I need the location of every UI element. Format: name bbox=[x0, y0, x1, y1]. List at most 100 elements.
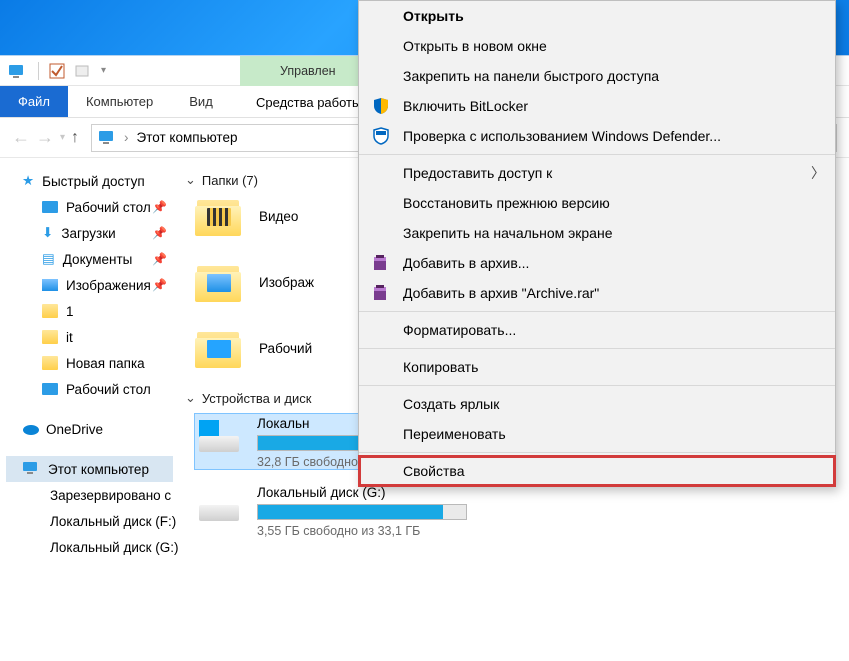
ctx-bitlocker[interactable]: Включить BitLocker bbox=[359, 91, 835, 121]
ctx-add-archive-named[interactable]: Добавить в архив "Archive.rar" bbox=[359, 278, 835, 308]
nav-item-label: Рабочий стол bbox=[66, 382, 151, 397]
nav-item-label: Зарезервировано с bbox=[50, 488, 171, 503]
folder-label: Видео bbox=[259, 209, 298, 224]
ctx-label: Открыть bbox=[403, 8, 821, 24]
ctx-label: Закрепить на панели быстрого доступа bbox=[403, 68, 821, 84]
qat-checkbox-icon[interactable] bbox=[49, 63, 65, 79]
qat-divider bbox=[38, 62, 39, 80]
drive-icon bbox=[195, 416, 243, 456]
ctx-label: Открыть в новом окне bbox=[403, 38, 821, 54]
ctx-create-shortcut[interactable]: Создать ярлык bbox=[359, 389, 835, 419]
ctx-label: Переименовать bbox=[403, 426, 821, 442]
nav-this-pc[interactable]: Этот компьютер bbox=[6, 456, 173, 482]
ctx-copy[interactable]: Копировать bbox=[359, 352, 835, 382]
nav-recent-icon[interactable]: ▾ bbox=[60, 132, 65, 143]
capacity-bar bbox=[257, 504, 467, 520]
ctx-rename[interactable]: Переименовать bbox=[359, 419, 835, 449]
ctx-separator bbox=[359, 452, 835, 453]
this-pc-icon bbox=[98, 130, 116, 146]
ctx-open-new-window[interactable]: Открыть в новом окне bbox=[359, 31, 835, 61]
nav-downloads[interactable]: ⬇Загрузки📌 bbox=[6, 220, 173, 246]
ctx-share[interactable]: Предоставить доступ к〉 bbox=[359, 158, 835, 188]
ctx-format[interactable]: Форматировать... bbox=[359, 315, 835, 345]
ctx-label: Включить BitLocker bbox=[403, 98, 821, 114]
shield-blue-icon bbox=[371, 96, 391, 116]
qat-new-folder-icon[interactable] bbox=[75, 63, 91, 79]
nav-drive-reserved[interactable]: Зарезервировано с bbox=[6, 482, 173, 508]
ctx-defender[interactable]: Проверка с использованием Windows Defend… bbox=[359, 121, 835, 151]
nav-pictures[interactable]: Изображения📌 bbox=[6, 272, 173, 298]
tab-computer-label: Компьютер bbox=[86, 94, 153, 109]
nav-item-label: it bbox=[66, 330, 73, 345]
tab-file[interactable]: Файл bbox=[0, 86, 68, 117]
this-pc-icon bbox=[22, 461, 40, 478]
navigation-pane: ★ Быстрый доступ Рабочий стол📌 ⬇Загрузки… bbox=[0, 158, 179, 661]
nav-item-label: Изображения bbox=[66, 278, 151, 293]
nav-arrows: ← → ▾ ↑ bbox=[12, 127, 79, 148]
pictures-icon bbox=[42, 279, 58, 291]
pin-icon: 📌 bbox=[152, 278, 167, 292]
nav-item-label: Локальный диск (F:) bbox=[50, 514, 176, 529]
chevron-down-icon: ⌄ bbox=[185, 390, 196, 406]
nav-folder-it[interactable]: it bbox=[6, 324, 173, 350]
star-icon: ★ bbox=[22, 173, 34, 189]
ctx-label: Форматировать... bbox=[403, 322, 821, 338]
chevron-down-icon: ⌄ bbox=[185, 172, 196, 188]
ctx-label: Восстановить прежнюю версию bbox=[403, 195, 821, 211]
nav-onedrive-label: OneDrive bbox=[46, 422, 103, 437]
drive-g[interactable]: Локальный диск (G:) 3,55 ГБ свободно из … bbox=[195, 483, 495, 538]
ctx-separator bbox=[359, 154, 835, 155]
rar-icon bbox=[371, 253, 391, 273]
nav-desktop-2[interactable]: Рабочий стол bbox=[6, 376, 173, 402]
ctx-add-archive[interactable]: Добавить в архив... bbox=[359, 248, 835, 278]
document-icon: ▤ bbox=[42, 251, 55, 267]
nav-item-label: Новая папка bbox=[66, 356, 145, 371]
ctx-label: Добавить в архив "Archive.rar" bbox=[403, 285, 821, 301]
tab-computer[interactable]: Компьютер bbox=[68, 86, 171, 117]
nav-desktop[interactable]: Рабочий стол📌 bbox=[6, 194, 173, 220]
nav-drive-g[interactable]: Локальный диск (G:) bbox=[6, 534, 173, 560]
nav-folder-new[interactable]: Новая папка bbox=[6, 350, 173, 376]
ctx-open[interactable]: Открыть bbox=[359, 1, 835, 31]
tab-file-label: Файл bbox=[18, 94, 50, 109]
nav-quick-access[interactable]: ★ Быстрый доступ bbox=[6, 168, 173, 194]
nav-quick-access-label: Быстрый доступ bbox=[42, 174, 145, 189]
group-devices-label: Устройства и диск bbox=[202, 391, 312, 406]
ribbon-contextual-header: Управлен bbox=[240, 56, 376, 86]
ctx-label: Создать ярлык bbox=[403, 396, 821, 412]
rar-icon bbox=[371, 283, 391, 303]
nav-this-pc-label: Этот компьютер bbox=[48, 462, 149, 477]
nav-documents[interactable]: ▤Документы📌 bbox=[6, 246, 173, 272]
qat-dropdown-icon[interactable]: ▾ bbox=[101, 65, 106, 76]
ribbon-contextual-tab[interactable]: Средства работы bbox=[240, 86, 377, 118]
nav-folder-1[interactable]: 1 bbox=[6, 298, 173, 324]
monitor-icon bbox=[42, 201, 58, 213]
ribbon-contextual-tab-label: Средства работы bbox=[256, 95, 361, 110]
nav-drive-f[interactable]: Локальный диск (F:) bbox=[6, 508, 173, 534]
pin-icon: 📌 bbox=[152, 252, 167, 266]
folder-label: Рабочий bbox=[259, 341, 312, 356]
drive-icon bbox=[195, 485, 243, 525]
ctx-separator bbox=[359, 311, 835, 312]
folder-label: Изображ bbox=[259, 275, 314, 290]
nav-forward-icon[interactable]: → bbox=[36, 127, 54, 148]
drive-name: Локальный диск (G:) bbox=[257, 485, 467, 500]
pin-icon: 📌 bbox=[152, 200, 167, 214]
ctx-pin-quick-access[interactable]: Закрепить на панели быстрого доступа bbox=[359, 61, 835, 91]
ctx-restore-previous[interactable]: Восстановить прежнюю версию bbox=[359, 188, 835, 218]
ctx-label: Предоставить доступ к bbox=[403, 165, 821, 181]
cloud-icon bbox=[22, 423, 38, 435]
tab-view-label: Вид bbox=[189, 94, 213, 109]
nav-back-icon[interactable]: ← bbox=[12, 127, 30, 148]
ctx-label: Копировать bbox=[403, 359, 821, 375]
nav-onedrive[interactable]: OneDrive bbox=[6, 416, 173, 442]
folder-large-icon bbox=[195, 196, 241, 236]
tab-view[interactable]: Вид bbox=[171, 86, 231, 117]
chevron-right-icon: 〉 bbox=[811, 163, 825, 183]
ribbon-contextual-label: Управлен bbox=[280, 64, 336, 78]
ctx-properties[interactable]: Свойства bbox=[359, 456, 835, 486]
ctx-label: Закрепить на начальном экране bbox=[403, 225, 821, 241]
ctx-pin-start[interactable]: Закрепить на начальном экране bbox=[359, 218, 835, 248]
nav-up-icon[interactable]: ↑ bbox=[71, 129, 79, 147]
download-icon: ⬇ bbox=[42, 225, 53, 241]
